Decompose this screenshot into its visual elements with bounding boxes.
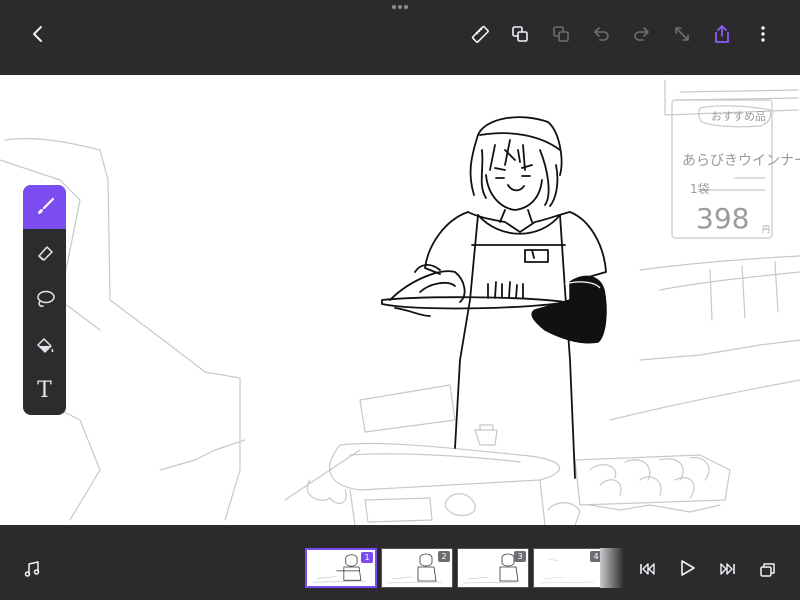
frame-number: 3 <box>514 551 526 562</box>
fill-tool[interactable] <box>23 323 66 367</box>
frame-number: 1 <box>361 552 373 563</box>
lasso-tool[interactable] <box>23 277 66 321</box>
sign-price: 398 <box>696 202 749 235</box>
sign-line3: 1袋 <box>690 182 710 196</box>
undo-icon[interactable] <box>587 20 615 48</box>
redo-icon[interactable] <box>628 20 656 48</box>
frame-thumbnail[interactable]: 2 <box>381 548 453 588</box>
lasso-icon <box>36 290 55 307</box>
frame-strip: 1 2 3 4 <box>305 548 605 588</box>
sign-line1: おすすめ品 <box>711 110 766 123</box>
paint-bucket-icon <box>36 338 53 353</box>
frame-thumbnail[interactable]: 1 <box>305 548 377 588</box>
sign-unit: 円 <box>762 225 770 234</box>
music-icon[interactable] <box>18 555 46 583</box>
window-grabber[interactable] <box>392 5 408 9</box>
text-tool-glyph: T <box>37 378 52 403</box>
eraser-icon <box>37 246 53 261</box>
sign-line2: あらびきウインナー <box>682 153 800 169</box>
eraser-tool[interactable] <box>23 231 66 275</box>
expand-icon[interactable] <box>668 20 696 48</box>
more-icon[interactable] <box>749 20 777 48</box>
character-sleeve <box>531 275 607 344</box>
canvas-drawing: おすすめ品 あらびきウインナー 1袋 398 円 <box>0 79 800 525</box>
brush-icon <box>37 197 54 214</box>
onion-skin-icon[interactable] <box>754 555 782 583</box>
skip-to-end-icon[interactable] <box>714 555 742 583</box>
skip-to-start-icon[interactable] <box>633 555 661 583</box>
frame-thumbnail[interactable]: 4 <box>533 548 605 588</box>
top-toolbar <box>0 0 800 75</box>
ruler-icon[interactable] <box>466 20 494 48</box>
play-icon[interactable] <box>673 554 701 582</box>
frame-number: 2 <box>438 551 450 562</box>
duplicate-frame-icon[interactable] <box>547 20 575 48</box>
frame-thumbnail[interactable]: 3 <box>457 548 529 588</box>
text-tool[interactable]: T <box>23 369 66 413</box>
chevron-left-icon[interactable] <box>24 20 52 48</box>
share-icon[interactable] <box>708 20 736 48</box>
layers-copy-icon[interactable] <box>506 20 534 48</box>
frame-strip-fade <box>600 548 624 588</box>
tool-panel: T <box>23 185 66 415</box>
drawing-canvas[interactable]: おすすめ品 あらびきウインナー 1袋 398 円 <box>0 75 800 525</box>
brush-tool[interactable] <box>23 185 66 229</box>
